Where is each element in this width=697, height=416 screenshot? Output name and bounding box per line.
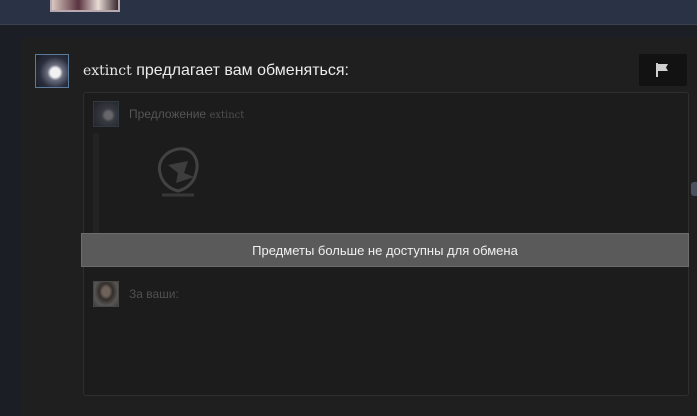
your-avatar: [93, 281, 119, 307]
items-rail: [93, 133, 99, 233]
user-avatar[interactable]: [50, 0, 120, 12]
offer-sender-name: extinct: [209, 110, 245, 121]
flag-icon: [656, 63, 668, 77]
trade-offer-panel: extinct предлагает вам обменяться: Предл…: [22, 38, 697, 416]
side-arrow-icon[interactable]: [691, 182, 697, 196]
offer-label: Предложение extinct: [129, 107, 244, 121]
item-thumbnail-icon: [157, 147, 199, 197]
top-strip: [0, 0, 697, 25]
your-items-label: За ваши:: [129, 287, 179, 301]
report-flag-button[interactable]: [639, 54, 687, 86]
offer-label-prefix: Предложение: [129, 107, 210, 121]
headline-text: предлагает вам обменяться:: [131, 62, 349, 79]
sender-avatar[interactable]: [35, 54, 69, 88]
sender-name-link[interactable]: extinct: [83, 63, 132, 79]
offer-sender-avatar: [93, 101, 119, 127]
trade-headline: extinct предлагает вам обменяться:: [83, 62, 349, 80]
unavailable-banner: Предметы больше не доступны для обмена: [81, 233, 689, 267]
